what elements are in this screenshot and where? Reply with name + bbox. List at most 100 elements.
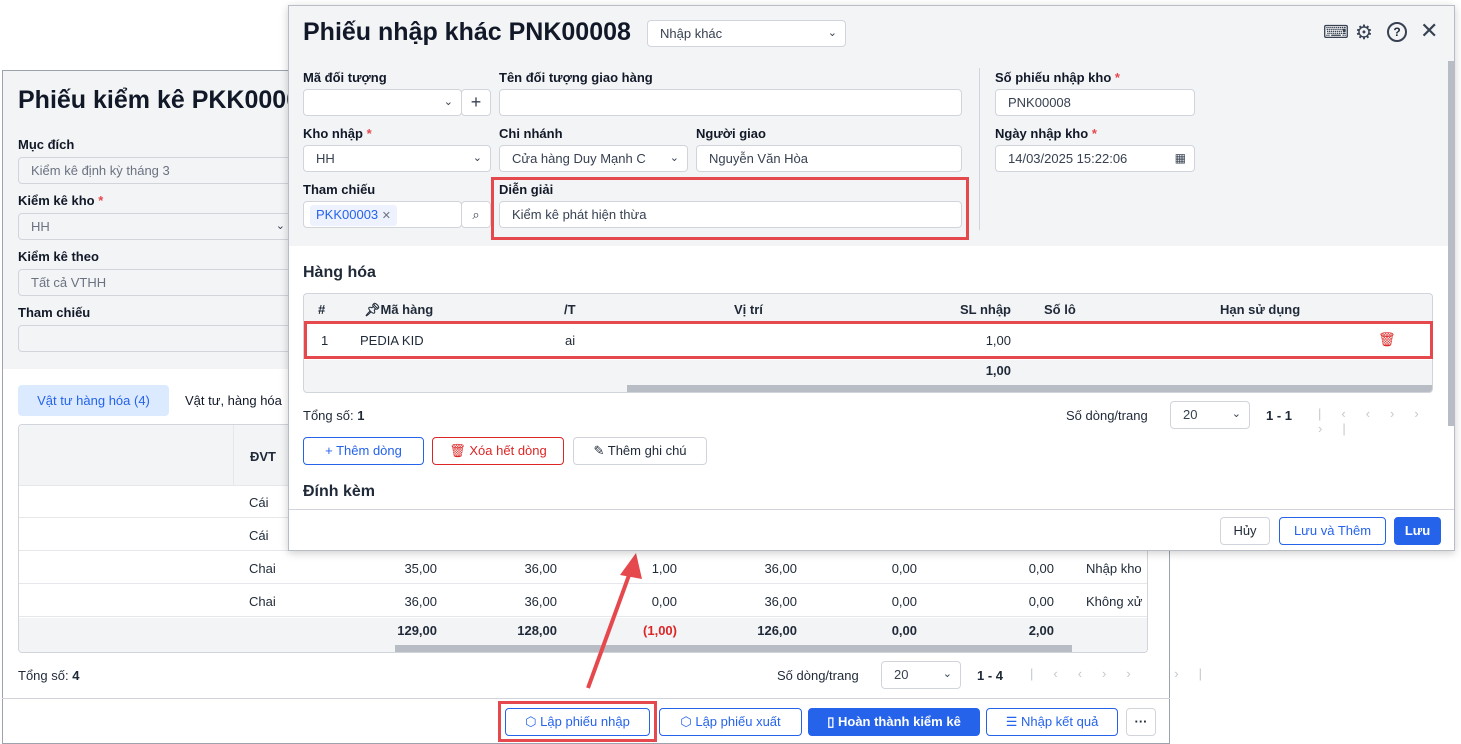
deliverer-label: Người giao	[696, 126, 766, 141]
attachments-title: Đính kèm	[303, 483, 376, 500]
col-header-unit: /T	[564, 302, 576, 317]
clear-rows-button[interactable]: 🗑︎ Xóa hết dòng	[432, 437, 564, 465]
reference-input[interactable]: PKK00003 ✕	[303, 201, 462, 228]
date-input[interactable]: 14/03/2025 15:22:06 ▦	[995, 145, 1195, 172]
page-range: 1 - 4	[977, 668, 1004, 683]
box-icon: ⬡	[680, 714, 692, 729]
enter-results-label: Nhập kết quả	[1020, 714, 1099, 729]
warehouse-select[interactable]: HH ⌄	[18, 213, 308, 240]
remove-tag-icon[interactable]: ✕	[382, 210, 391, 222]
receipt-type-select[interactable]: Nhập khác ⌄	[647, 20, 846, 47]
total-label: Tổng số:	[18, 668, 69, 683]
keyboard-icon[interactable]: ⌨	[1323, 22, 1349, 43]
row-unit: Chai	[249, 594, 276, 609]
warehouse-value: HH	[31, 219, 50, 234]
plus-icon: +	[325, 443, 333, 458]
date-value: 14/03/2025 15:22:06	[1008, 151, 1128, 166]
enter-results-button[interactable]: ☰ Nhập kết quả	[986, 708, 1118, 736]
total-value: 129,00	[397, 623, 437, 638]
purpose-field[interactable]: Kiểm kê định kỳ tháng 3	[18, 157, 308, 184]
object-code-select[interactable]: ⌄	[303, 89, 462, 116]
complete-check-label: Hoàn thành kiểm kê	[837, 714, 961, 729]
branch-label: Chi nhánh	[499, 126, 563, 141]
close-icon[interactable]: ✕	[1420, 18, 1438, 44]
row-value: 36,00	[524, 561, 557, 576]
total-label: Tổng số:	[303, 408, 354, 423]
warehouse-select[interactable]: HH ⌄	[303, 145, 491, 172]
warehouse-label-text: Kiểm kê kho	[18, 193, 95, 208]
tab-goods-2[interactable]: Vật tư, hàng hóa	[185, 385, 282, 416]
search-reference-button[interactable]: ⌕	[461, 201, 491, 228]
add-row-button[interactable]: + Thêm dòng	[303, 437, 424, 465]
branch-value: Cửa hàng Duy Mạnh C	[512, 151, 646, 166]
total-count: Tổng số: 1	[303, 408, 364, 423]
per-page-label: Số dòng/trang	[1066, 408, 1148, 423]
date-label: Ngày nhập kho *	[995, 126, 1097, 141]
horizontal-scrollbar[interactable]	[395, 645, 1072, 652]
pin-icon: 📌︎	[364, 302, 381, 317]
receipt-no-label: Số phiếu nhập kho *	[995, 70, 1120, 85]
add-object-button[interactable]: +	[461, 89, 491, 116]
create-issue-button[interactable]: ⬡ Lập phiếu xuất	[659, 708, 802, 736]
save-button[interactable]: Lưu	[1394, 517, 1441, 545]
receipt-type-value: Nhập khác	[660, 26, 723, 41]
check-by-field[interactable]: Tất cả VTHH	[18, 269, 308, 296]
row-value: 36,00	[404, 594, 437, 609]
per-page-select[interactable]: 20 ⌄	[881, 661, 961, 689]
chevron-down-icon: ⌄	[667, 146, 679, 171]
total-qty: 1,00	[985, 363, 1011, 378]
check-by-label: Kiểm kê theo	[18, 249, 99, 264]
col-header-lot: Số lô	[1044, 302, 1076, 317]
receipt-no-label-text: Số phiếu nhập kho	[995, 70, 1112, 85]
goods-section-title: Hàng hóa	[303, 264, 376, 281]
trash-icon: 🗑︎	[449, 443, 466, 458]
list-check-icon: ☰	[1005, 714, 1018, 729]
more-button[interactable]: ···	[1126, 708, 1156, 736]
gear-icon[interactable]: ⚙	[1355, 20, 1373, 45]
complete-check-button[interactable]: ▯ Hoàn thành kiểm kê	[808, 708, 980, 736]
vertical-scrollbar[interactable]	[1448, 61, 1454, 426]
total-value: 2,00	[1028, 623, 1054, 638]
clear-rows-label: Xóa hết dòng	[469, 443, 547, 458]
create-issue-label: Lập phiếu xuất	[695, 714, 781, 729]
branch-select[interactable]: Cửa hàng Duy Mạnh C ⌄	[499, 145, 688, 172]
per-page-value: 20	[1183, 407, 1198, 422]
col-header-index: #	[318, 302, 326, 317]
reference-tag: PKK00003 ✕	[310, 205, 398, 226]
horizontal-scrollbar[interactable]	[627, 385, 1432, 392]
receipt-no-input[interactable]: PNK00008	[995, 89, 1195, 116]
page-range: 1 - 1	[1266, 408, 1293, 423]
row-value: 36,00	[764, 561, 797, 576]
pencil-icon: ✎	[593, 443, 605, 458]
save-and-add-button[interactable]: Lưu và Thêm	[1279, 517, 1386, 545]
row-unit: Cái	[249, 528, 269, 543]
tab-goods[interactable]: Vật tư hàng hóa (4)	[18, 385, 169, 416]
cancel-button[interactable]: Hủy	[1220, 517, 1270, 545]
deliverer-input[interactable]: Nguyễn Văn Hòa	[696, 145, 962, 172]
warehouse-label: Kiểm kê kho *	[18, 193, 104, 208]
date-label-text: Ngày nhập kho	[995, 126, 1089, 141]
chevron-down-icon: ⌄	[942, 668, 952, 680]
reference-label: Tham chiếu	[18, 305, 91, 320]
row-value: 36,00	[524, 594, 557, 609]
warehouse-label-text: Kho nhập	[303, 126, 363, 141]
reference-field[interactable]	[18, 325, 308, 352]
add-note-button[interactable]: ✎ Thêm ghi chú	[573, 437, 707, 465]
row-handling: Không xử	[1086, 594, 1143, 609]
row-value: 0,00	[1028, 561, 1054, 576]
row-value: 36,00	[764, 594, 797, 609]
chevron-down-icon: ⌄	[275, 220, 285, 232]
pagination-nav[interactable]: |‹‹›› ›|	[1030, 666, 1222, 681]
modal-title: Phiếu nhập khác PNK00008	[303, 18, 631, 46]
row-value: 0,00	[1028, 594, 1054, 609]
per-page-label: Số dòng/trang	[777, 668, 859, 683]
total-value: 0,00	[891, 623, 917, 638]
reference-label: Tham chiếu	[303, 182, 376, 197]
help-icon[interactable]: ?	[1387, 22, 1407, 42]
col-header-code-text: Mã hàng	[380, 302, 434, 317]
col-header-unit: ĐVT	[250, 449, 276, 464]
col-header-location: Vị trí	[734, 302, 763, 317]
pagination-nav[interactable]: |‹‹›› ›|	[1318, 406, 1461, 436]
object-name-input[interactable]	[499, 89, 962, 116]
per-page-select[interactable]: 20 ⌄	[1170, 401, 1250, 429]
